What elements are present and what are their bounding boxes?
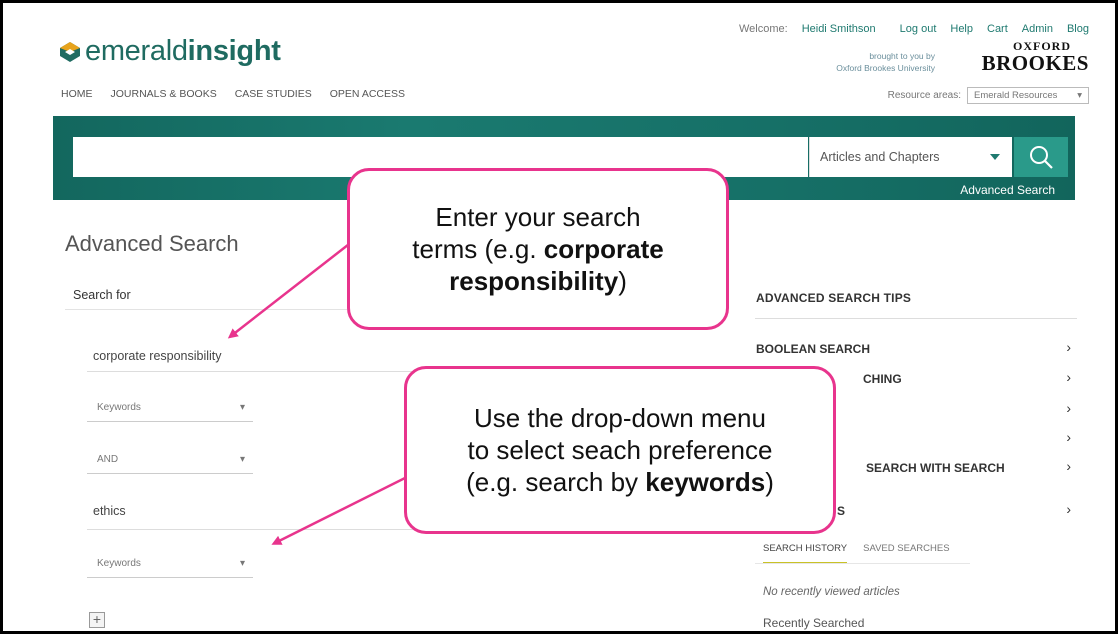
callout-line: responsibility) <box>350 265 726 297</box>
callout-bold: responsibility <box>449 266 619 296</box>
callout-line: Enter your search <box>435 202 641 232</box>
callout-text: ) <box>765 467 774 497</box>
callout-bold: keywords <box>645 467 766 497</box>
arrow-to-search-term <box>227 240 354 339</box>
callout-text: (e.g. search by <box>466 467 646 497</box>
callout-line: to select seach preference <box>467 435 773 465</box>
callout-bold: corporate <box>543 234 664 264</box>
arrow-to-field-select <box>271 473 412 545</box>
callout-line: Use the drop-down menu <box>474 403 766 433</box>
callout-line: terms (e.g. corporate <box>350 233 726 265</box>
callout-text: terms (e.g. <box>412 234 544 264</box>
callout-dropdown: Use the drop-down menu to select seach p… <box>404 366 836 534</box>
callout-text: ) <box>618 266 627 296</box>
callout-enter-terms: Enter your search terms (e.g. corporate … <box>347 168 729 330</box>
screenshot-frame: emeraldinsight HOME JOURNALS & BOOKS CAS… <box>0 0 1118 634</box>
callout-line: (e.g. search by keywords) <box>407 466 833 498</box>
